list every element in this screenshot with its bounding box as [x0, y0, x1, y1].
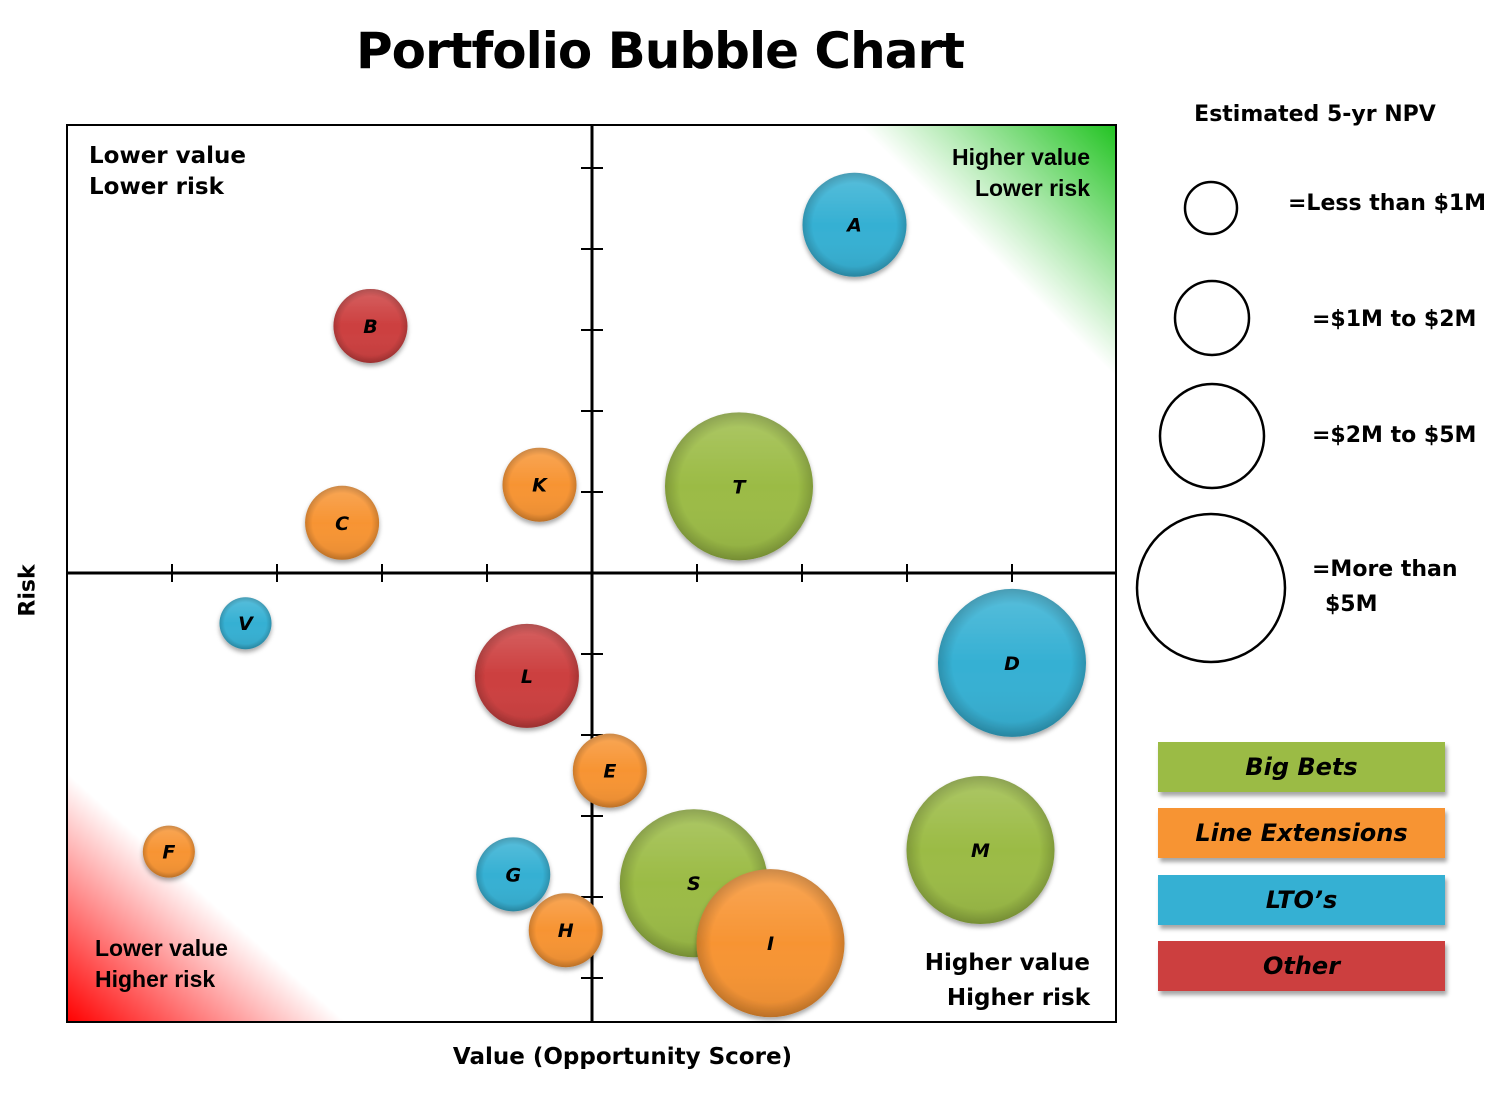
size-legend	[1135, 180, 1287, 664]
quadrant-text: Lower risk	[89, 174, 224, 200]
quadrant-label-top-right: Higher value Lower risk	[880, 142, 1090, 204]
quadrant-text: Lower value	[89, 143, 247, 169]
bubble-label: H	[558, 920, 574, 942]
bubble-label: V	[238, 613, 254, 635]
bubble-h: H	[528, 893, 603, 968]
bubble-c: C	[305, 485, 380, 560]
bubble-label: A	[845, 215, 862, 237]
size-legend-title: Estimated 5-yr NPV	[1194, 102, 1436, 127]
category-legend-ltos: LTO’s	[1158, 875, 1445, 925]
size-legend-label-1: =Less than $1M	[1288, 191, 1487, 216]
bubble-b: B	[333, 288, 408, 363]
y-axis-label: Risk	[15, 564, 41, 617]
bubble-l: L	[474, 623, 579, 728]
bubble-f: F	[142, 825, 195, 878]
bubble-label: F	[162, 842, 175, 864]
size-legend-circle-4	[1135, 512, 1287, 664]
size-legend-circle-3	[1158, 382, 1266, 490]
category-legend-line-extensions: Line Extensions	[1158, 808, 1445, 858]
bubble-v: V	[219, 597, 272, 650]
x-axis-label: Value (Opportunity Score)	[452, 1044, 793, 1070]
bubble-label: L	[521, 666, 533, 688]
size-legend-circle-1	[1183, 180, 1239, 236]
size-legend-circle-2	[1173, 279, 1251, 357]
quadrant-label-bottom-right: Higher value Higher risk	[880, 946, 1090, 1016]
quadrant-label-bottom-left: Lower value Higher risk	[95, 933, 228, 995]
bubble-g: G	[476, 837, 551, 912]
bubble-m: M	[906, 776, 1055, 925]
quadrant-text: Lower risk	[974, 175, 1090, 201]
bubble-label: G	[505, 864, 521, 886]
bubble-k: K	[502, 447, 577, 522]
quadrant-text: Higher risk	[95, 966, 216, 992]
bubble-label: E	[603, 761, 616, 783]
size-legend-label-4: =More than $5M	[1312, 552, 1458, 622]
bubble-label: M	[971, 840, 990, 862]
bubble-e: E	[572, 733, 647, 808]
category-legend-big-bets: Big Bets	[1158, 742, 1445, 792]
category-legend-other: Other	[1158, 941, 1445, 991]
quadrant-label-top-left: Lower value Lower risk	[89, 141, 246, 203]
quadrant-text: Higher value	[951, 144, 1090, 170]
bubble-label: C	[335, 513, 349, 535]
quadrant-text: Lower value	[95, 935, 228, 961]
bubble-label: T	[733, 476, 748, 498]
size-legend-line: $5M	[1325, 592, 1378, 617]
bubble-label: K	[532, 475, 548, 497]
bubble-label: B	[363, 316, 377, 338]
quadrant-text: Higher value	[924, 950, 1090, 976]
bubble-label: S	[687, 873, 701, 895]
size-legend-label-2: =$1M to $2M	[1312, 307, 1477, 332]
size-legend-line: =More than	[1312, 557, 1458, 582]
bubble-label: I	[767, 933, 774, 955]
quadrant-text: Higher risk	[946, 985, 1090, 1011]
size-legend-label-3: =$2M to $5M	[1312, 423, 1477, 448]
bubble-label: D	[1004, 653, 1020, 675]
bubble-i: I	[696, 869, 845, 1018]
bubble-d: D	[938, 588, 1086, 737]
bubble-t: T	[665, 412, 813, 561]
